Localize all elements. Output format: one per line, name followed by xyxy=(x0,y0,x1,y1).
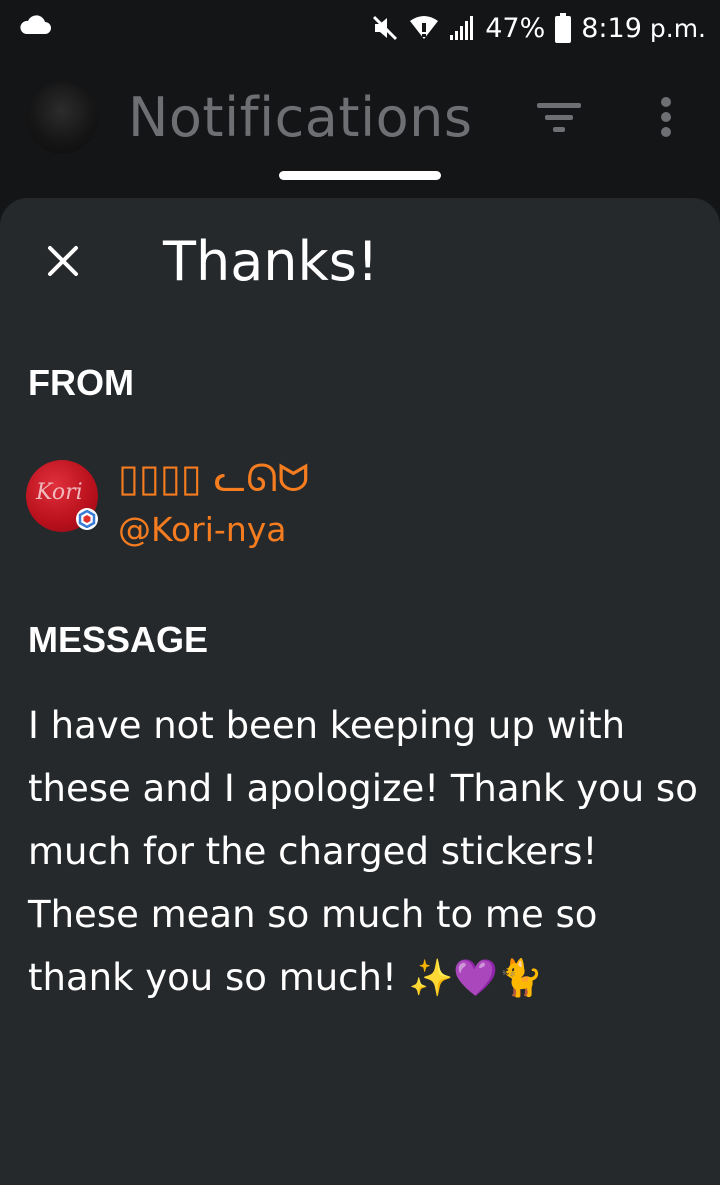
page-title: Notifications xyxy=(128,86,473,149)
sender-display-name[interactable]: ▯▯▯▯ ᓚᘏᗢ xyxy=(118,456,309,501)
cat-icon: 🐈 xyxy=(498,958,544,999)
clock-ampm: p.m. xyxy=(649,13,706,43)
status-bar: 47% 8:19 p.m. xyxy=(0,0,720,58)
signal-icon xyxy=(449,15,475,41)
from-label: FROM xyxy=(28,362,134,403)
message-label: MESSAGE xyxy=(28,619,209,660)
purple-heart-icon: 💜 xyxy=(453,958,499,999)
sparkles-icon: ✨ xyxy=(408,958,454,999)
clock-time: 8:19 xyxy=(581,12,642,44)
notification-detail-sheet: Thanks! FROM Kori ▯▯▯▯ ᓚᘏᗢ @Kori-nya MES… xyxy=(0,198,720,1185)
close-icon[interactable] xyxy=(38,236,88,286)
avatar-text: Kori xyxy=(36,480,83,505)
app-header: Notifications xyxy=(0,58,720,198)
user-avatar[interactable] xyxy=(26,82,98,154)
message-text: I have not been keeping up with these an… xyxy=(28,704,698,999)
sheet-drag-handle[interactable] xyxy=(279,171,441,180)
mute-icon xyxy=(371,14,399,42)
sender-avatar[interactable]: Kori xyxy=(26,460,98,532)
message-body: I have not been keeping up with these an… xyxy=(28,694,698,1010)
status-indicators: 47% 8:19 p.m. xyxy=(371,8,706,48)
verified-badge-icon xyxy=(76,508,98,530)
battery-percent: 47% xyxy=(485,12,546,44)
cloud-icon xyxy=(18,12,52,36)
wifi-icon xyxy=(409,15,439,41)
more-options-icon[interactable] xyxy=(650,94,682,142)
dialog-title: Thanks! xyxy=(163,230,379,293)
battery-icon xyxy=(555,13,572,43)
sender-handle[interactable]: @Kori-nya xyxy=(118,510,287,549)
filter-icon[interactable] xyxy=(534,100,584,136)
